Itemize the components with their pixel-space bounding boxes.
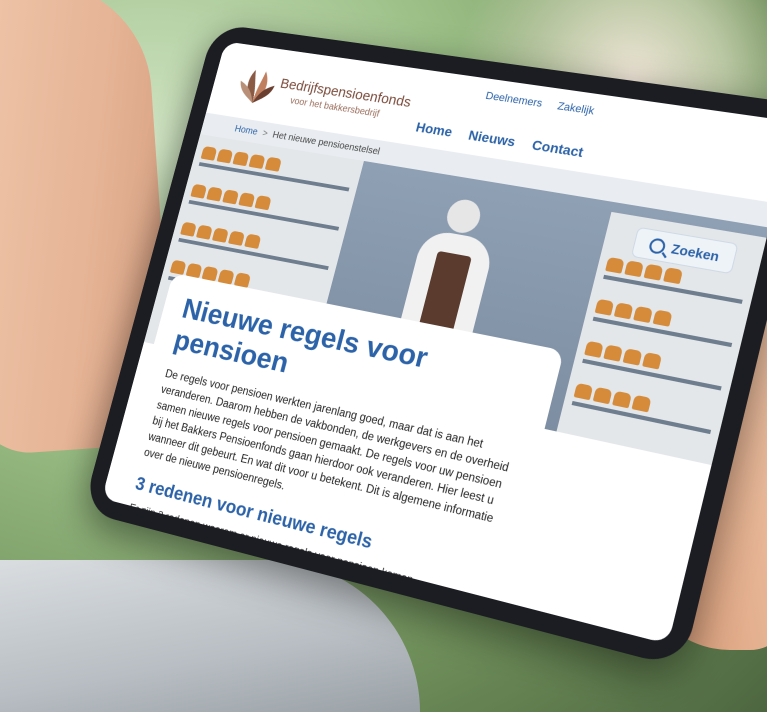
logo[interactable]: Bedrijfspensioenfonds voor het bakkersbe… [232, 64, 413, 127]
bread-loaf-icon [631, 394, 652, 413]
bread-loaf-icon [603, 344, 624, 362]
bread-loaf-icon [206, 186, 224, 202]
bread-loaf-icon [642, 352, 663, 370]
bread-loaf-icon [592, 386, 613, 405]
bread-loaf-icon [573, 382, 594, 401]
baker-head [443, 197, 484, 236]
bread-loaf-icon [200, 145, 218, 161]
bread-loaf-icon [612, 390, 632, 409]
bread-loaf-icon [211, 227, 229, 243]
bread-loaf-icon [227, 230, 246, 246]
breadcrumb-home[interactable]: Home [234, 124, 259, 138]
search-icon [648, 236, 668, 255]
nav-contact[interactable]: Contact [530, 137, 585, 160]
bread-loaf-icon [222, 189, 240, 205]
bread-loaf-icon [584, 340, 604, 358]
bread-loaf-icon [652, 309, 673, 327]
search-label: Zoeken [669, 240, 721, 264]
top-links: Deelnemers Zakelijk [484, 90, 595, 117]
tablet-frame: Bedrijfspensioenfonds voor het bakkersbe… [40, 23, 767, 670]
bread-loaf-icon [264, 156, 282, 172]
bread-loaf-icon [663, 267, 684, 285]
bread-loaf-icon [180, 221, 197, 237]
bread-loaf-icon [643, 263, 664, 281]
bread-loaf-icon [190, 183, 208, 199]
top-link-deelnemers[interactable]: Deelnemers [484, 90, 543, 110]
shelf-row [592, 294, 738, 348]
bread-loaf-icon [624, 260, 644, 278]
bread-loaf-icon [613, 302, 634, 320]
bread-loaf-icon [633, 305, 653, 324]
bread-loaf-icon [169, 259, 187, 275]
bread-loaf-icon [605, 256, 625, 274]
bread-loaf-icon [232, 151, 250, 167]
tablet-screen: Bedrijfspensioenfonds voor het bakkersbe… [101, 41, 767, 645]
tablet-device: Bedrijfspensioenfonds voor het bakkersbe… [82, 23, 767, 669]
nav-nieuws[interactable]: Nieuws [467, 127, 517, 149]
wheat-leaf-logo-icon [235, 69, 275, 106]
breadcrumb-separator: > [261, 127, 269, 139]
bread-loaf-icon [622, 348, 643, 366]
nav-home[interactable]: Home [414, 119, 454, 140]
bread-loaf-icon [248, 153, 266, 169]
shelf-row [571, 378, 717, 435]
shelf-row [582, 336, 728, 391]
bread-loaf-icon [216, 148, 234, 164]
bread-loaf-icon [195, 224, 213, 240]
bread-loaf-icon [244, 233, 262, 249]
top-link-zakelijk[interactable]: Zakelijk [556, 100, 595, 117]
bread-loaf-icon [238, 192, 256, 208]
bread-loaf-icon [594, 298, 615, 316]
bread-loaf-icon [254, 195, 272, 211]
